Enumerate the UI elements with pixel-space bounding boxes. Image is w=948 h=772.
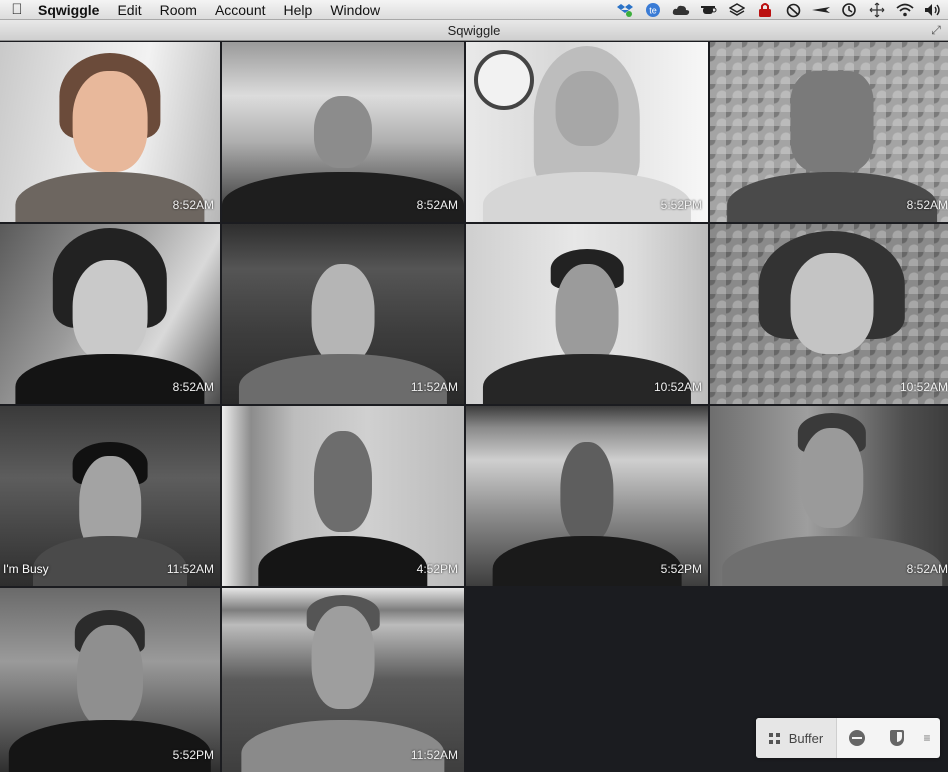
local-time: 8:52AM — [172, 380, 214, 394]
participant-body — [15, 353, 205, 404]
room-toolbar: Buffer ≡ — [756, 718, 940, 758]
local-time: 11:52AM — [166, 562, 214, 576]
apple-icon[interactable]:  — [0, 1, 34, 18]
participant-face — [555, 70, 619, 147]
team-button[interactable]: Buffer — [756, 718, 837, 758]
local-time: 4:52PM — [416, 562, 458, 576]
ie-icon[interactable]: te — [644, 2, 662, 18]
participant-body — [8, 720, 212, 772]
local-time: 11:52AM — [410, 380, 458, 394]
local-time: 8:52AM — [172, 198, 214, 212]
local-time: 8:52AM — [416, 198, 458, 212]
video-tile[interactable]: 8:52AM — [222, 42, 464, 222]
no-entry-icon[interactable] — [784, 2, 802, 18]
participant-body — [258, 535, 428, 586]
participant-body — [33, 535, 187, 586]
status-label: I'm Busy — [3, 562, 49, 576]
busy-toggle-button[interactable] — [837, 718, 877, 758]
participant-body — [482, 171, 692, 222]
participant-face — [72, 260, 148, 361]
time-machine-icon[interactable] — [840, 2, 858, 18]
video-tile[interactable]: 8:52AM — [0, 224, 220, 404]
participant-body — [241, 720, 445, 772]
privacy-button[interactable] — [877, 718, 917, 758]
window-titlebar: Sqwiggle ⤢ — [0, 20, 948, 41]
menu-app[interactable]: Sqwiggle — [34, 0, 108, 20]
participant-body — [238, 353, 448, 404]
participant-body — [222, 171, 464, 222]
menu-window[interactable]: Window — [321, 0, 389, 20]
minus-circle-icon — [849, 730, 865, 746]
participant-body — [722, 535, 942, 586]
menu-account[interactable]: Account — [206, 0, 275, 20]
participant-face — [790, 252, 874, 354]
resize-icon[interactable]: ⤢ — [929, 23, 943, 37]
video-tile-pixelated[interactable]: 10:52AM — [710, 224, 948, 404]
local-time: 11:52AM — [410, 748, 458, 762]
airplane-icon[interactable] — [812, 2, 830, 18]
video-tile[interactable]: I'm Busy 11:52AM — [0, 406, 220, 586]
move-icon[interactable] — [868, 2, 886, 18]
participant-body — [492, 535, 682, 586]
video-tile[interactable]: 5:52PM — [466, 42, 708, 222]
menu-edit[interactable]: Edit — [108, 0, 150, 20]
participant-body — [727, 171, 937, 222]
menu-bar:  Sqwiggle Edit Room Account Help Window… — [0, 0, 948, 20]
participant-face — [313, 96, 373, 168]
volume-icon[interactable] — [924, 2, 942, 18]
local-time: 10:52AM — [899, 380, 948, 394]
participant-face — [790, 70, 874, 172]
participant-face — [77, 624, 143, 728]
local-time: 8:52AM — [906, 562, 948, 576]
lock-icon[interactable] — [756, 2, 774, 18]
video-tile[interactable]: 5:52PM — [466, 406, 708, 586]
local-time: 5:52PM — [660, 562, 702, 576]
video-tile[interactable]: 11:52AM — [222, 588, 464, 772]
layers-icon[interactable] — [728, 2, 746, 18]
participant-body — [15, 171, 205, 222]
local-time: 5:52PM — [660, 198, 702, 212]
participant-face — [555, 263, 619, 365]
shield-icon — [890, 730, 904, 746]
menu-help[interactable]: Help — [275, 0, 322, 20]
cloud-icon[interactable] — [672, 2, 690, 18]
local-time: 8:52AM — [906, 198, 948, 212]
video-tile[interactable]: 10:52AM — [466, 224, 708, 404]
participant-face — [72, 70, 148, 172]
participant-face — [560, 442, 614, 543]
video-tile[interactable]: 11:52AM — [222, 224, 464, 404]
participant-face — [800, 427, 864, 529]
video-grid: 8:52AM 8:52AM 5:52PM 8:52AM 8:52AM 11:52… — [0, 42, 948, 772]
teacup-icon[interactable] — [700, 2, 718, 18]
menu-room[interactable]: Room — [151, 0, 206, 20]
video-tile[interactable]: 8:52AM — [710, 406, 948, 586]
participant-face — [311, 606, 375, 710]
local-time: 5:52PM — [172, 748, 214, 762]
grid-icon — [768, 732, 780, 744]
status-area: te — [616, 0, 942, 20]
team-label: Buffer — [788, 730, 824, 746]
svg-text:te: te — [649, 6, 657, 16]
video-tile[interactable]: 4:52PM — [222, 406, 464, 586]
video-tile[interactable]: 5:52PM — [0, 588, 220, 772]
participant-face — [313, 431, 373, 532]
video-tile[interactable]: 8:52AM — [0, 42, 220, 222]
empty-slot — [466, 588, 708, 772]
local-time: 10:52AM — [653, 380, 702, 394]
window-title: Sqwiggle — [447, 23, 501, 38]
wall-clock — [474, 50, 534, 110]
participant-face — [311, 263, 375, 365]
more-icon[interactable]: ≡ — [917, 718, 937, 758]
participant-body — [482, 353, 692, 404]
wifi-icon[interactable] — [896, 2, 914, 18]
dropbox-icon[interactable] — [616, 2, 634, 18]
video-tile-pixelated[interactable]: 8:52AM — [710, 42, 948, 222]
